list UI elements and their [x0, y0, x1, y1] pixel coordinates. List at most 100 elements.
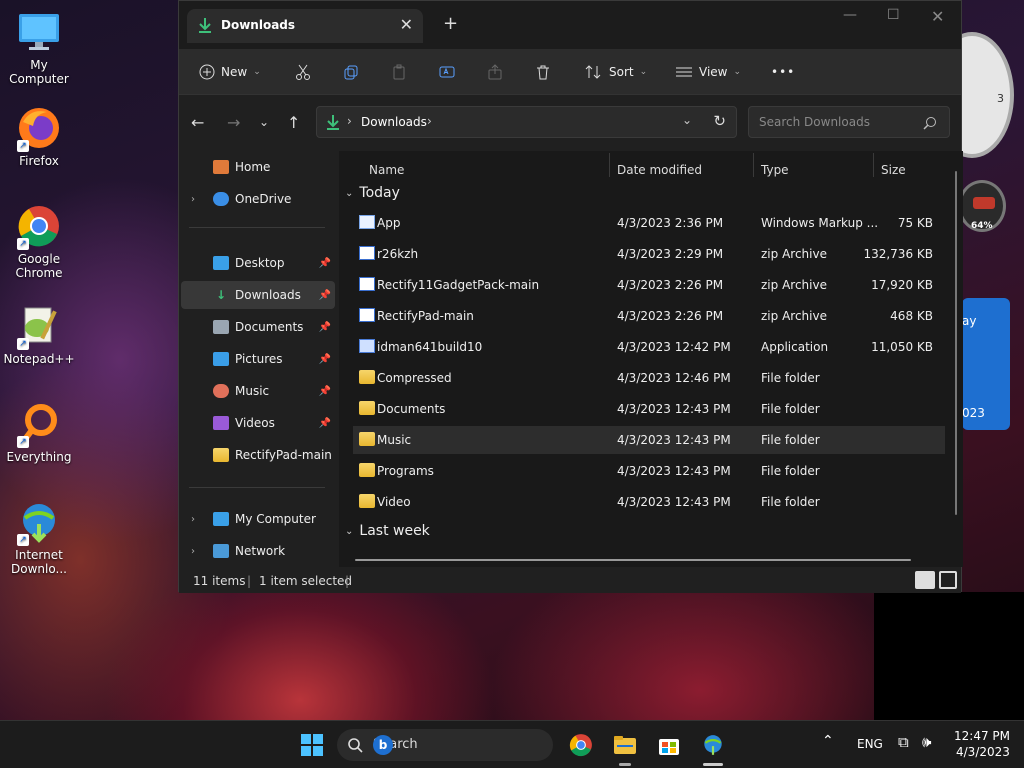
desktop-icon-notepadpp[interactable]: ↗ Notepad++: [0, 304, 78, 366]
expand-chevron-icon[interactable]: ›: [191, 546, 195, 557]
clock-date[interactable]: 4/3/2023: [956, 745, 1010, 759]
table-row[interactable]: idman641build10 4/3/2023 12:42 PM Applic…: [353, 333, 945, 361]
minimize-icon[interactable]: —: [843, 7, 857, 23]
column-separator[interactable]: [609, 153, 610, 177]
table-row[interactable]: Video 4/3/2023 12:43 PM File folder: [353, 488, 945, 516]
download-icon: [197, 17, 213, 36]
search-box[interactable]: Search Downloads: [748, 106, 950, 138]
sidebar-item-rectifypad[interactable]: RectifyPad-main: [181, 441, 335, 469]
table-row[interactable]: Programs 4/3/2023 12:43 PM File folder: [353, 457, 945, 485]
file-date: 4/3/2023 2:29 PM: [617, 247, 724, 261]
search-icon: [348, 738, 363, 753]
recent-locations-chevron-icon[interactable]: ⌄: [259, 115, 269, 129]
column-header-date[interactable]: Date modified: [617, 163, 702, 177]
bing-icon[interactable]: b: [373, 735, 393, 755]
sidebar-item-videos[interactable]: Videos 📌: [181, 409, 335, 437]
column-header-size[interactable]: Size: [881, 163, 906, 177]
up-arrow-icon[interactable]: ↑: [287, 113, 300, 132]
sidebar-item-network[interactable]: › Network: [181, 537, 335, 565]
sidebar-item-pictures[interactable]: Pictures 📌: [181, 345, 335, 373]
chrome-icon[interactable]: [569, 733, 593, 757]
table-row[interactable]: RectifyPad-main 4/3/2023 2:26 PM zip Arc…: [353, 302, 945, 330]
delete-button[interactable]: [535, 59, 551, 85]
rename-button[interactable]: [439, 59, 455, 85]
address-dropdown-icon[interactable]: ⌄: [682, 113, 692, 127]
breadcrumb-chevron-icon[interactable]: ›: [427, 114, 432, 128]
desktop-icon-everything[interactable]: ↗ Everything: [0, 402, 78, 464]
new-button[interactable]: New ⌄: [199, 59, 261, 85]
chevron-down-icon: ⌄: [639, 67, 648, 77]
tab-downloads[interactable]: Downloads ✕: [187, 9, 423, 43]
search-input[interactable]: Search Downloads: [759, 115, 870, 129]
refresh-icon[interactable]: ↻: [713, 112, 726, 130]
group-header-today[interactable]: ⌄ Today: [345, 185, 400, 201]
close-tab-icon[interactable]: ✕: [400, 15, 413, 34]
table-row[interactable]: r26kzh 4/3/2023 2:29 PM zip Archive 132,…: [353, 240, 945, 268]
collapse-chevron-icon[interactable]: ⌄: [345, 188, 353, 199]
search-icon: [923, 117, 936, 130]
more-options-button[interactable]: •••: [771, 59, 795, 85]
column-header-type[interactable]: Type: [761, 163, 789, 177]
collapse-chevron-icon[interactable]: ⌄: [345, 526, 353, 537]
clock-time[interactable]: 12:47 PM: [954, 729, 1010, 743]
sidebar-item-music[interactable]: Music 📌: [181, 377, 335, 405]
title-bar[interactable]: Downloads ✕ + — ☐ ✕: [179, 1, 961, 49]
new-tab-button[interactable]: +: [443, 13, 458, 34]
view-button[interactable]: View ⌄: [675, 59, 741, 85]
sidebar-item-documents[interactable]: Documents 📌: [181, 313, 335, 341]
calendar-gadget[interactable]: ay 023: [962, 298, 1010, 430]
tiles-view-icon[interactable]: [939, 571, 957, 589]
taskbar-search-box[interactable]: Search b: [337, 729, 553, 761]
sort-button[interactable]: Sort ⌄: [585, 59, 647, 85]
table-row[interactable]: Documents 4/3/2023 12:43 PM File folder: [353, 395, 945, 423]
language-indicator[interactable]: ENG: [857, 737, 883, 751]
expand-chevron-icon[interactable]: ›: [191, 514, 195, 525]
desktop-icon-my-computer[interactable]: My Computer: [0, 10, 78, 86]
group-header-last-week[interactable]: ⌄ Last week: [345, 523, 430, 539]
file-explorer-window[interactable]: Downloads ✕ + — ☐ ✕ New ⌄ Sort ⌄ View ⌄ …: [178, 0, 963, 593]
taskbar: Search b ⌃ ENG ⧉ 🕪 12:47 PM 4/3/2023: [0, 720, 1024, 768]
file-date: 4/3/2023 12:46 PM: [617, 371, 731, 385]
meter-gadget[interactable]: 64%: [958, 180, 1006, 232]
volume-icon[interactable]: 🕪: [922, 733, 931, 751]
network-status-icon[interactable]: ⧉: [898, 733, 909, 751]
sidebar-item-downloads[interactable]: ↓ Downloads 📌: [181, 281, 335, 309]
column-separator[interactable]: [873, 153, 874, 177]
microsoft-store-icon[interactable]: [657, 733, 681, 757]
copy-button[interactable]: [343, 59, 359, 85]
file-size: 468 KB: [890, 309, 933, 323]
internet-download-manager-icon[interactable]: [701, 733, 725, 757]
forward-arrow-icon[interactable]: →: [227, 113, 240, 132]
shortcut-arrow-icon: ↗: [17, 534, 29, 546]
sidebar-item-my-computer[interactable]: › My Computer: [181, 505, 335, 533]
maximize-icon[interactable]: ☐: [887, 7, 900, 23]
table-row-selected[interactable]: Music 4/3/2023 12:43 PM File folder: [353, 426, 945, 454]
table-row[interactable]: App 4/3/2023 2:36 PM Windows Markup ... …: [353, 209, 945, 237]
table-row[interactable]: Compressed 4/3/2023 12:46 PM File folder: [353, 364, 945, 392]
sidebar-item-home[interactable]: Home: [181, 153, 335, 181]
sidebar-item-onedrive[interactable]: › OneDrive: [181, 185, 335, 213]
cut-button[interactable]: [295, 59, 311, 85]
paste-button[interactable]: [391, 59, 407, 85]
share-button[interactable]: [487, 59, 503, 85]
desktop-icon-firefox[interactable]: ↗ Firefox: [0, 106, 78, 168]
file-explorer-icon[interactable]: [613, 733, 637, 757]
start-windows-icon[interactable]: [300, 733, 324, 757]
details-view-icon[interactable]: [915, 571, 935, 589]
sidebar-item-desktop[interactable]: Desktop 📌: [181, 249, 335, 277]
address-bar[interactable]: › Downloads › ⌄ ↻: [316, 106, 737, 138]
horizontal-scrollbar[interactable]: [355, 559, 911, 561]
column-header-name[interactable]: Name: [369, 163, 404, 177]
column-separator[interactable]: [753, 153, 754, 177]
table-row[interactable]: Rectify11GadgetPack-main 4/3/2023 2:26 P…: [353, 271, 945, 299]
vertical-scrollbar[interactable]: [955, 171, 957, 515]
expand-chevron-icon[interactable]: ›: [191, 194, 195, 205]
shortcut-arrow-icon: ↗: [17, 140, 29, 152]
breadcrumb-separator-icon: ›: [347, 114, 352, 128]
breadcrumb-downloads[interactable]: Downloads: [361, 115, 427, 129]
desktop-icon-idm[interactable]: ↗ Internet Downlo...: [0, 500, 78, 576]
desktop-icon-chrome[interactable]: ↗ Google Chrome: [0, 204, 78, 280]
close-window-icon[interactable]: ✕: [931, 7, 944, 26]
back-arrow-icon[interactable]: ←: [191, 113, 204, 132]
show-hidden-icons-chevron-icon[interactable]: ⌃: [822, 733, 834, 749]
